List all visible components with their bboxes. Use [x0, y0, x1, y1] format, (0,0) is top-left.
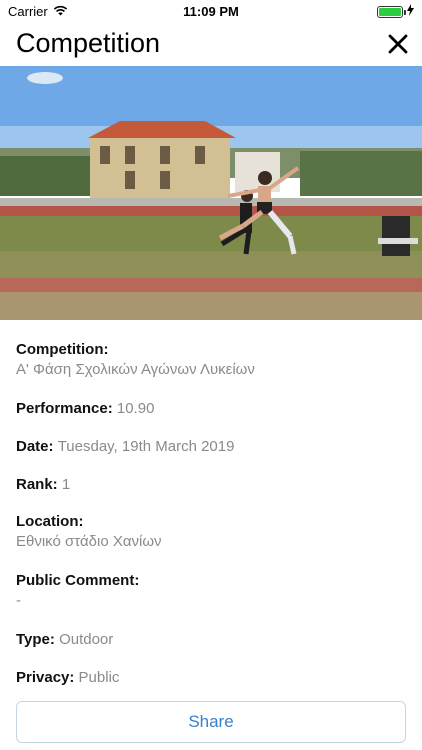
date-label: Date: [16, 438, 58, 455]
share-button[interactable]: Share [16, 701, 406, 743]
performance-label: Performance: [16, 400, 117, 417]
competition-photo [0, 66, 422, 320]
location-value: Εθνικό στάδιο Χανίων [16, 533, 162, 550]
status-time: 11:09 PM [183, 4, 239, 19]
competition-value: Α' Φάση Σχολικών Αγώνων Λυκείων [16, 361, 255, 378]
location-label: Location: [16, 513, 84, 530]
privacy-value: Public [78, 669, 120, 686]
privacy-row: Privacy: Public [16, 668, 119, 688]
close-button[interactable] [382, 28, 414, 60]
comment-row: Public Comment: - [16, 571, 139, 611]
performance-row: Performance: 10.90 [16, 399, 154, 419]
type-label: Type: [16, 631, 60, 648]
header: Competition [0, 22, 422, 66]
charging-icon [407, 4, 414, 19]
battery-icon [377, 5, 406, 18]
rank-row: Rank: 1 [16, 475, 70, 495]
type-value: Outdoor [59, 631, 114, 648]
status-bar: Carrier 11:09 PM [0, 0, 422, 22]
rank-value: 1 [61, 476, 71, 493]
type-row: Type: Outdoor [16, 630, 113, 650]
comment-value: - [16, 592, 21, 609]
date-value: Tuesday, 19th March 2019 [57, 438, 235, 455]
close-icon [388, 34, 408, 54]
performance-value: 10.90 [116, 400, 155, 417]
competition-row: Competition: Α' Φάση Σχολικών Αγώνων Λυκ… [16, 340, 255, 380]
competition-label: Competition: [16, 341, 109, 358]
page-title: Competition [16, 28, 161, 58]
rank-label: Rank: [16, 476, 62, 493]
comment-label: Public Comment: [16, 572, 140, 589]
date-row: Date: Tuesday, 19th March 2019 [16, 437, 234, 457]
location-row: Location: Εθνικό στάδιο Χανίων [16, 512, 162, 552]
status-right [377, 4, 414, 19]
privacy-label: Privacy: [16, 669, 79, 686]
